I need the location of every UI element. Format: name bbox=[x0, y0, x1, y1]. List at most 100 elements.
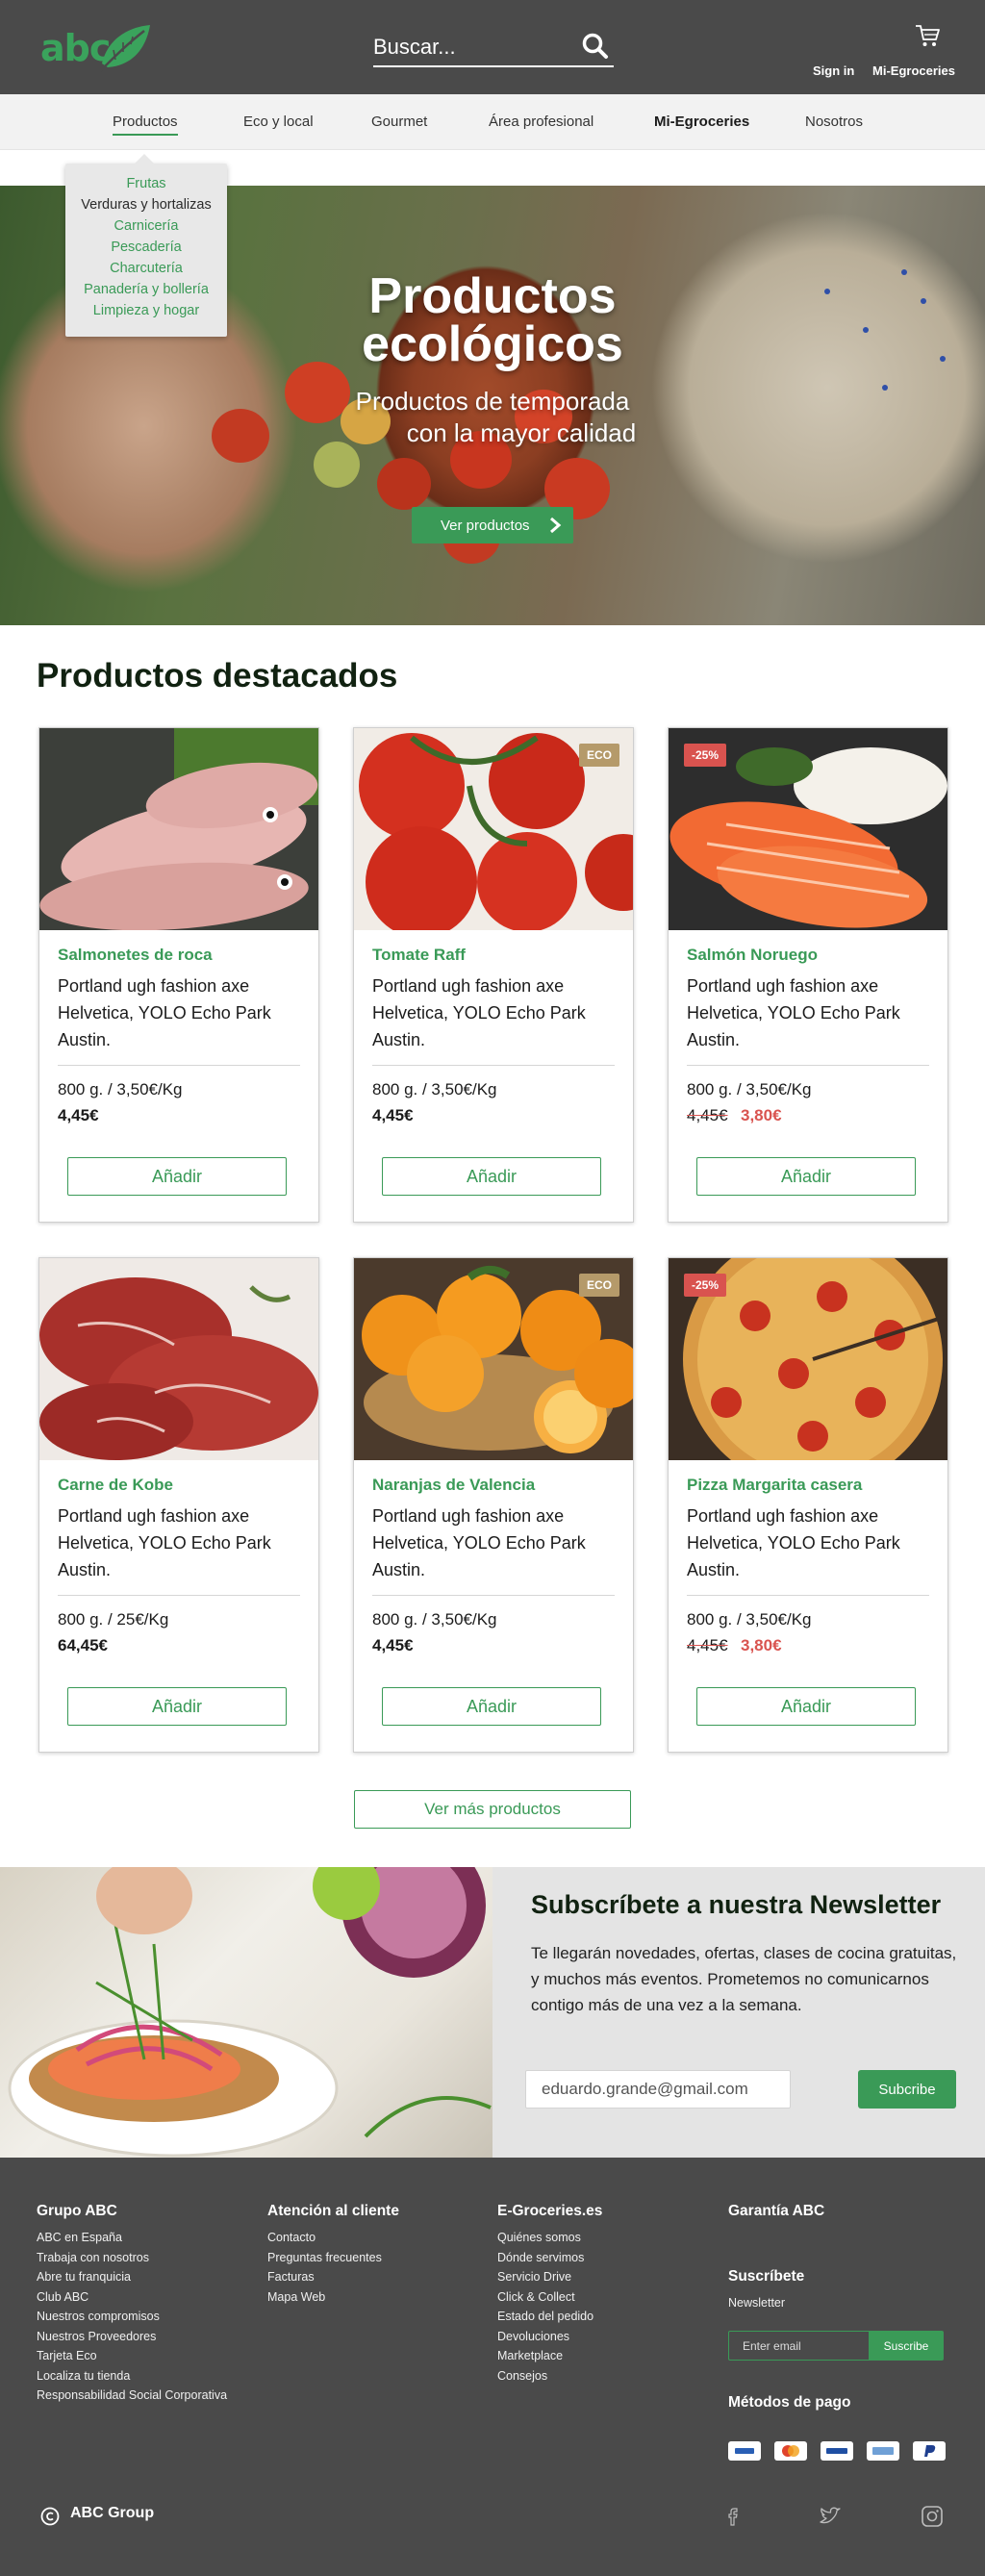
nav-item-area-profesional[interactable]: Área profesional bbox=[489, 114, 594, 130]
sign-in-link[interactable]: Sign in bbox=[813, 63, 854, 78]
dropdown-item-limpieza[interactable]: Limpieza y hogar bbox=[65, 303, 227, 318]
search-icon[interactable] bbox=[581, 32, 610, 61]
add-to-cart-button[interactable]: Añadir bbox=[382, 1687, 601, 1726]
product-card: -25% Pizza Margarita casera Portland ugh… bbox=[668, 1257, 948, 1753]
product-name[interactable]: Naranjas de Valencia bbox=[372, 1476, 535, 1495]
footer-link[interactable]: ABC en España bbox=[37, 2228, 227, 2248]
guarantee-title[interactable]: Garantía ABC bbox=[728, 2203, 824, 2220]
product-name[interactable]: Salmonetes de roca bbox=[58, 946, 213, 965]
instagram-icon[interactable] bbox=[920, 2504, 945, 2529]
footer-link[interactable]: Facturas bbox=[267, 2267, 382, 2287]
leaf-icon bbox=[99, 25, 150, 72]
sale-price: 3,80€ bbox=[741, 1636, 782, 1654]
product-name[interactable]: Pizza Margarita casera bbox=[687, 1476, 862, 1495]
footer-link[interactable]: Abre tu franquicia bbox=[37, 2267, 227, 2287]
divider bbox=[372, 1065, 615, 1066]
copyright-text: ABC Group bbox=[70, 2505, 155, 2521]
footer-link[interactable]: Localiza tu tienda bbox=[37, 2366, 227, 2387]
hero-subtitle: Productos de temporada con la mayor cali… bbox=[0, 386, 985, 449]
product-image-tomate[interactable]: ECO bbox=[354, 728, 633, 930]
product-name[interactable]: Tomate Raff bbox=[372, 946, 466, 965]
copyright-icon bbox=[40, 2507, 60, 2526]
footer-link[interactable]: Trabaja con nosotros bbox=[37, 2248, 227, 2268]
nav-item-gourmet[interactable]: Gourmet bbox=[371, 114, 427, 130]
footer-link[interactable]: Nuestros Proveedores bbox=[37, 2327, 227, 2347]
paypal-icon bbox=[913, 2441, 946, 2461]
product-image-pizza[interactable]: -25% bbox=[669, 1258, 947, 1460]
newsletter-subscribe-button[interactable]: Subcribe bbox=[858, 2070, 956, 2109]
search-bar bbox=[373, 27, 614, 67]
footer-link[interactable]: Preguntas frecuentes bbox=[267, 2248, 382, 2268]
add-to-cart-button[interactable]: Añadir bbox=[696, 1687, 916, 1726]
dropdown-item-carniceria[interactable]: Carnicería bbox=[65, 218, 227, 234]
footer-link[interactable]: Devoluciones bbox=[497, 2327, 594, 2347]
eco-badge: ECO bbox=[578, 1274, 619, 1297]
footer-link[interactable]: Click & Collect bbox=[497, 2287, 594, 2308]
nav-item-nosotros[interactable]: Nosotros bbox=[805, 114, 863, 130]
footer-col-title: E-Groceries.es bbox=[497, 2203, 603, 2219]
sale-price: 3,80€ bbox=[741, 1106, 782, 1124]
facebook-icon[interactable] bbox=[721, 2504, 746, 2529]
add-to-cart-button[interactable]: Añadir bbox=[382, 1157, 601, 1196]
footer-link[interactable]: Mapa Web bbox=[267, 2287, 382, 2308]
product-name[interactable]: Carne de Kobe bbox=[58, 1476, 173, 1495]
product-weight: 800 g. / 3,50€/Kg bbox=[372, 1610, 497, 1629]
add-to-cart-button[interactable]: Añadir bbox=[696, 1157, 916, 1196]
dropdown-item-verduras[interactable]: Verduras y hortalizas bbox=[65, 197, 227, 213]
footer-links-egroceries: Quiénes somos Dónde servimos Servicio Dr… bbox=[497, 2228, 594, 2386]
logo[interactable]: abc bbox=[38, 21, 154, 75]
footer-link[interactable]: Nuestros compromisos bbox=[37, 2307, 227, 2327]
dropdown-item-charcuteria[interactable]: Charcutería bbox=[65, 261, 227, 276]
add-to-cart-button[interactable]: Añadir bbox=[67, 1687, 287, 1726]
product-description: Portland ugh fashion axe Helvetica, YOLO… bbox=[687, 1506, 900, 1579]
eco-badge: ECO bbox=[578, 744, 619, 767]
footer-subscribe-button[interactable]: Suscribe bbox=[869, 2331, 944, 2361]
footer-link[interactable]: Quiénes somos bbox=[497, 2228, 594, 2248]
footer-link[interactable]: Contacto bbox=[267, 2228, 382, 2248]
ver-productos-button[interactable]: Ver productos bbox=[412, 507, 573, 543]
newsletter-text: Te llegarán novedades, ofertas, clases d… bbox=[531, 1944, 957, 2014]
product-image-carne[interactable] bbox=[39, 1258, 318, 1460]
footer-col-title: Atención al cliente bbox=[267, 2203, 399, 2219]
product-weight: 800 g. / 3,50€/Kg bbox=[687, 1080, 812, 1099]
product-image-salmon[interactable]: -25% bbox=[669, 728, 947, 930]
product-image-salmonetes[interactable] bbox=[39, 728, 318, 930]
product-image-naranjas[interactable]: ECO bbox=[354, 1258, 633, 1460]
footer-link[interactable]: Club ABC bbox=[37, 2287, 227, 2308]
newsletter-panel: Subscríbete a nuestra Newsletter Te lleg… bbox=[492, 1867, 985, 2158]
footer-link[interactable]: Consejos bbox=[497, 2366, 594, 2387]
discount-badge: -25% bbox=[684, 1274, 727, 1297]
dropdown-item-panaderia[interactable]: Panadería y bollería bbox=[65, 282, 227, 297]
dropdown-item-frutas[interactable]: Frutas bbox=[65, 176, 227, 191]
divider bbox=[687, 1595, 929, 1596]
nav-item-eco-local[interactable]: Eco y local bbox=[243, 114, 314, 130]
top-header: abc Sign in Mi-Egroceries bbox=[0, 0, 985, 94]
footer-link[interactable]: Marketplace bbox=[497, 2346, 594, 2366]
newsletter-email-field[interactable] bbox=[525, 2070, 791, 2109]
footer-subscribe-title: Suscríbete bbox=[728, 2268, 805, 2285]
mastercard-icon bbox=[774, 2441, 807, 2461]
footer-link[interactable]: Servicio Drive bbox=[497, 2267, 594, 2287]
footer-email-input[interactable] bbox=[728, 2331, 869, 2361]
dropdown-item-pescaderia[interactable]: Pescadería bbox=[65, 240, 227, 255]
cart-icon[interactable] bbox=[914, 23, 941, 48]
account-link[interactable]: Mi-Egroceries bbox=[872, 63, 955, 78]
product-card: Carne de Kobe Portland ugh fashion axe H… bbox=[38, 1257, 319, 1753]
nav-item-mi-egroceries[interactable]: Mi-Egroceries bbox=[654, 114, 749, 130]
add-to-cart-button[interactable]: Añadir bbox=[67, 1157, 287, 1196]
footer-link[interactable]: Dónde servimos bbox=[497, 2248, 594, 2268]
product-name[interactable]: Salmón Noruego bbox=[687, 946, 818, 965]
product-card: -25% Salmón Noruego Portland ugh fashion… bbox=[668, 727, 948, 1223]
section-title: Productos destacados bbox=[37, 657, 398, 695]
nav-item-productos[interactable]: Productos bbox=[113, 114, 178, 136]
divider bbox=[58, 1595, 300, 1596]
product-description: Portland ugh fashion axe Helvetica, YOLO… bbox=[687, 976, 900, 1049]
search-input[interactable] bbox=[373, 31, 566, 63]
footer-link[interactable]: Estado del pedido bbox=[497, 2307, 594, 2327]
footer-link[interactable]: Responsabilidad Social Corporativa bbox=[37, 2386, 227, 2406]
twitter-icon[interactable] bbox=[818, 2504, 843, 2529]
product-weight: 800 g. / 3,50€/Kg bbox=[687, 1610, 812, 1629]
payments-title: Métodos de pago bbox=[728, 2394, 851, 2411]
footer-link[interactable]: Tarjeta Eco bbox=[37, 2346, 227, 2366]
ver-mas-productos-button[interactable]: Ver más productos bbox=[354, 1790, 631, 1829]
